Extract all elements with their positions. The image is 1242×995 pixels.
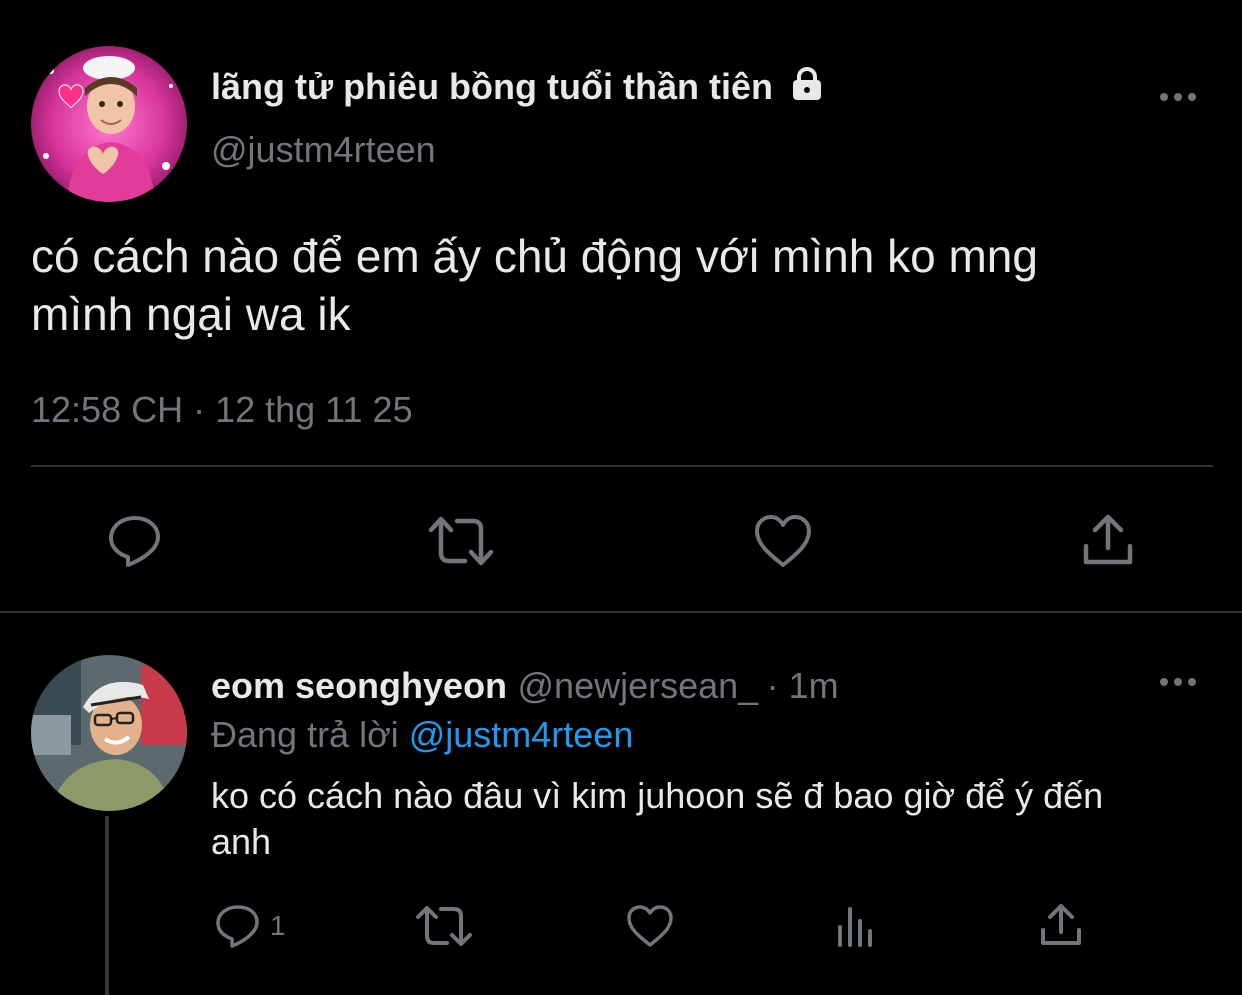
replying-to: Đang trả lời @justm4rteen (211, 714, 634, 755)
like-button[interactable] (625, 903, 675, 949)
reply-button[interactable] (106, 513, 164, 569)
thread-line (105, 816, 109, 995)
more-options-icon[interactable] (1159, 674, 1199, 690)
reply-text: ko có cách nào đâu vì kim juhoon sẽ đ ba… (211, 775, 1104, 862)
reply-header: eom seonghyeon @newjersean_ · 1m (211, 665, 839, 707)
handle[interactable]: @newjersean_ (518, 665, 759, 706)
lock-icon (789, 67, 825, 110)
display-name[interactable]: eom seonghyeon (211, 665, 507, 706)
reply-icon (106, 513, 164, 569)
share-icon (1081, 512, 1135, 568)
handle[interactable]: @justm4rteen (211, 129, 436, 171)
divider (31, 465, 1213, 467)
share-button[interactable] (1081, 512, 1135, 568)
retweet-button[interactable] (427, 513, 495, 569)
views-icon (834, 903, 878, 949)
retweet-icon (427, 513, 495, 569)
avatar[interactable] (31, 46, 187, 202)
time-ago[interactable]: · 1m (767, 665, 839, 706)
mention-link[interactable]: @justm4rteen (409, 714, 634, 755)
more-options-icon[interactable] (1159, 89, 1199, 105)
reply-icon (214, 903, 262, 949)
views-button[interactable] (834, 903, 878, 949)
share-icon (1038, 902, 1084, 948)
like-icon (625, 903, 675, 949)
tweet-text: có cách nào để em ấy chủ động với mình k… (31, 230, 1038, 340)
display-name[interactable]: lãng tử phiêu bồng tuổi thần tiên (211, 66, 825, 110)
divider (0, 611, 1242, 613)
timestamp[interactable]: 12:58 CH · 12 thg 11 25 (31, 389, 413, 431)
retweet-button[interactable] (415, 903, 473, 949)
share-button[interactable] (1038, 902, 1084, 948)
avatar[interactable] (31, 655, 187, 811)
like-icon (753, 513, 813, 569)
reply-count: 1 (270, 910, 286, 941)
like-button[interactable] (753, 513, 813, 569)
reply-button[interactable]: 1 (214, 903, 286, 949)
retweet-icon (415, 903, 473, 949)
